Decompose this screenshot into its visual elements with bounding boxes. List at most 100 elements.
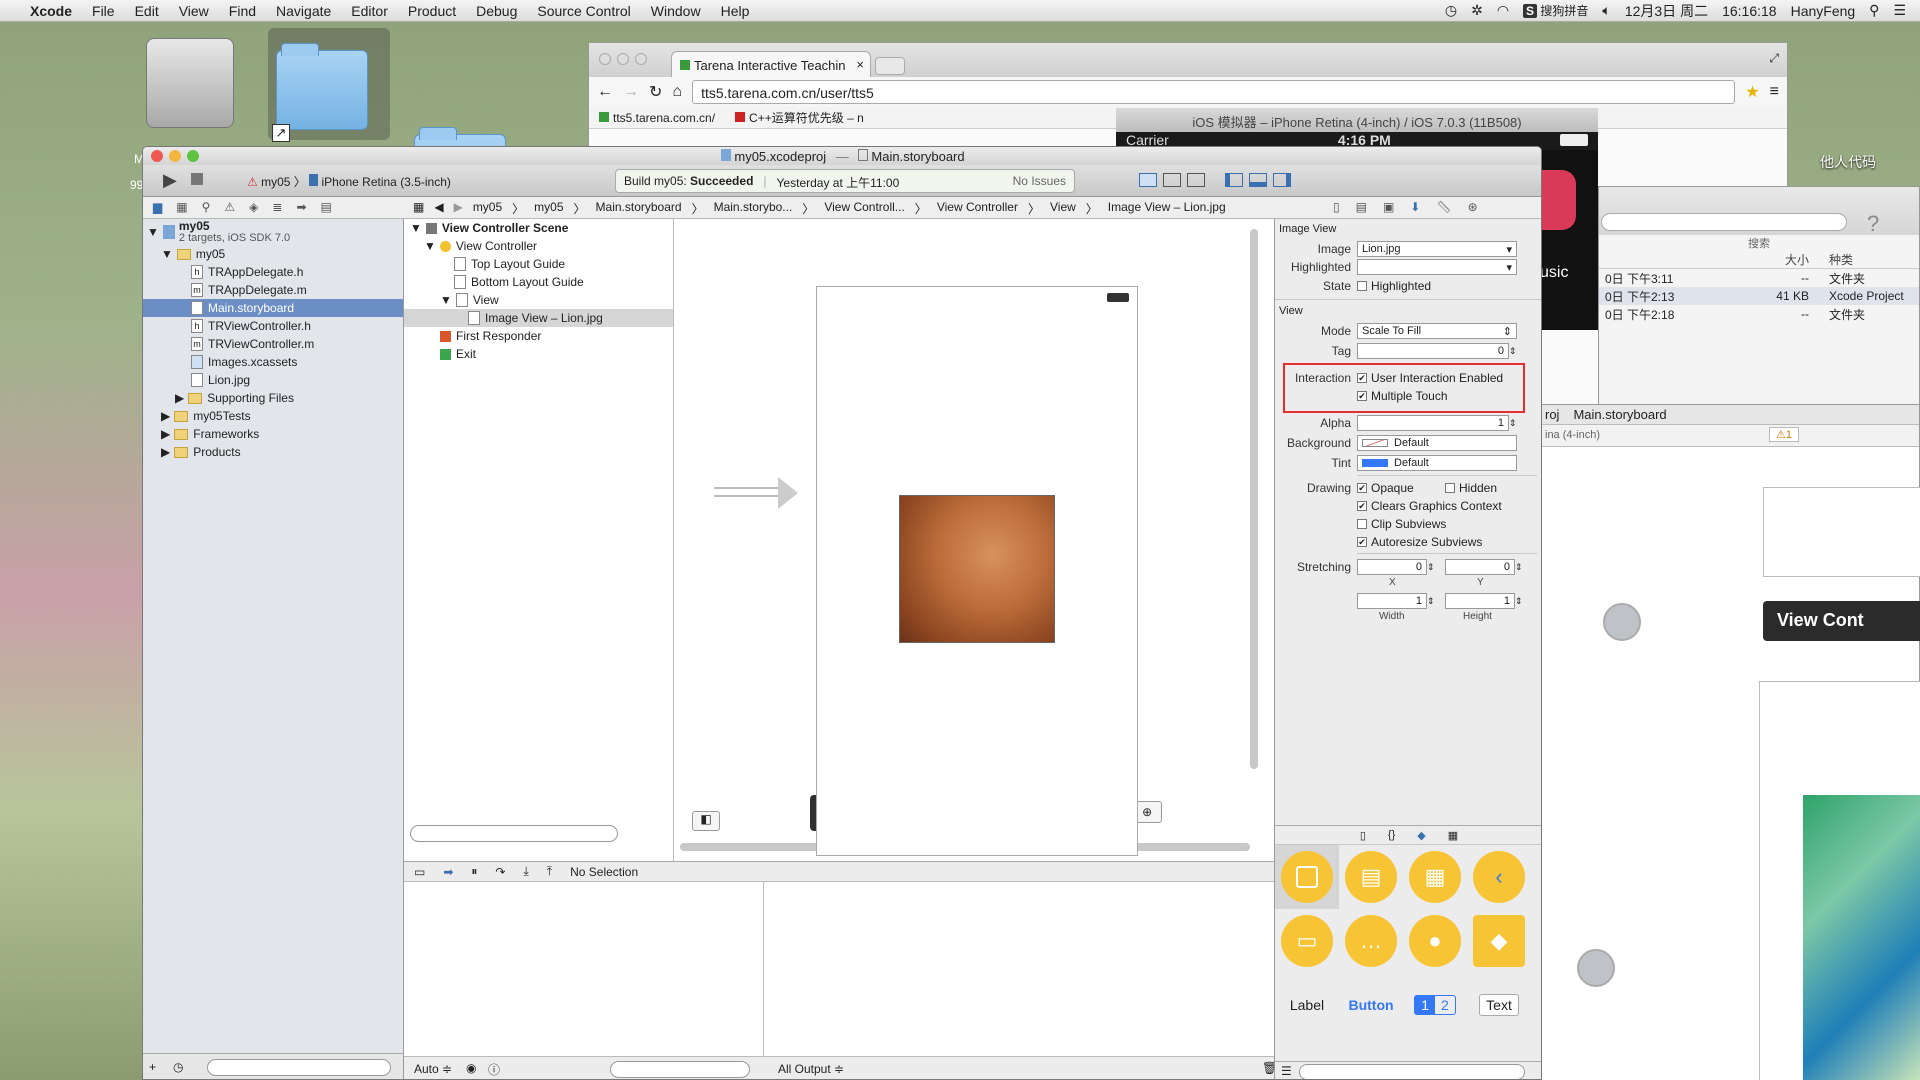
attributes-inspector-icon[interactable]: ⬇ (1410, 200, 1420, 214)
library-item[interactable]: Button (1339, 973, 1403, 1037)
library-item[interactable]: ‹ (1467, 845, 1531, 909)
project-navigator-icon[interactable]: ▆ (153, 200, 162, 214)
bluetooth-icon[interactable]: ✲ (1471, 2, 1483, 19)
pause-icon[interactable]: ⏸ (471, 864, 477, 879)
output-popup[interactable]: All Output ≑ (778, 1062, 844, 1076)
step-into-icon[interactable]: ⤓ (523, 864, 528, 879)
recent-filter-icon[interactable]: ◷ (173, 1060, 183, 1074)
close-button[interactable] (599, 53, 611, 65)
opaque-checkbox[interactable]: ✔ (1357, 483, 1367, 493)
wifi-icon[interactable]: ◠ (1497, 2, 1509, 19)
col-kind[interactable]: 种类 (1829, 251, 1853, 268)
stepper-icon[interactable]: ⇕ (1509, 346, 1517, 357)
breadcrumb-item[interactable]: my05 (534, 200, 563, 217)
info-icon[interactable]: ⓘ (488, 1061, 500, 1078)
library-item[interactable]: ▤ (1339, 845, 1403, 909)
minimize-button[interactable] (169, 150, 181, 162)
disclosure-icon[interactable]: ▼ (410, 221, 422, 235)
outline-row[interactable]: First Responder (404, 327, 673, 345)
mode-popup[interactable]: Scale To Fill ⇕ (1357, 323, 1517, 339)
bg-vc-title[interactable]: View Cont (1763, 601, 1920, 641)
step-out-icon[interactable]: ⤒ (547, 864, 552, 879)
disclosure-icon[interactable]: ▼ (147, 225, 159, 239)
hard-drive-icon[interactable] (146, 38, 234, 128)
connections-inspector-icon[interactable]: ⊛ (1468, 200, 1478, 214)
clip-checkbox[interactable] (1357, 519, 1367, 529)
library-item[interactable]: ◆ (1467, 909, 1531, 973)
bg-segue-icon[interactable] (1577, 949, 1615, 987)
menu-date[interactable]: 12月3日 周二 (1625, 1, 1708, 21)
help-icon[interactable]: ? (1867, 211, 1879, 237)
library-item[interactable]: ▭ (1275, 909, 1339, 973)
group-row[interactable]: ▶ Products (143, 443, 403, 461)
outline-row-selected[interactable]: Image View – Lion.jpg (404, 309, 673, 327)
file-row[interactable]: m TRViewController.m (143, 335, 403, 353)
stepper-icon[interactable]: ⇕ (1427, 596, 1445, 607)
menu-help[interactable]: Help (711, 3, 760, 19)
file-row[interactable]: Lion.jpg (143, 371, 403, 389)
assistant-editor-icon[interactable] (1163, 173, 1181, 187)
outline-toggle-button[interactable]: ◧ (692, 811, 720, 831)
file-row[interactable]: h TRAppDelegate.h (143, 263, 403, 281)
disclosure-icon[interactable]: ▼ (424, 239, 436, 253)
eye-icon[interactable]: ◉ (466, 1061, 476, 1075)
bg-segue-icon[interactable] (1603, 603, 1641, 641)
group-row[interactable]: ▶ Supporting Files (143, 389, 403, 407)
menu-source-control[interactable]: Source Control (527, 3, 640, 19)
identity-inspector-icon[interactable]: ▣ (1383, 200, 1394, 214)
media-library-icon[interactable]: ▦ (1448, 829, 1458, 844)
outline-row[interactable]: Top Layout Guide (404, 255, 673, 273)
clears-checkbox[interactable]: ✔ (1357, 501, 1367, 511)
scheme-selector[interactable]: ⚠ my05 〉 iPhone Retina (3.5-inch) (247, 173, 451, 190)
breakpoints-toggle-icon[interactable]: ➡ (443, 865, 453, 879)
find-navigator-icon[interactable]: ⚲ (202, 200, 211, 214)
col-size[interactable]: 大小 (1765, 251, 1809, 268)
outline-row[interactable]: ▼ View (404, 291, 673, 309)
disclosure-icon[interactable]: ▶ (175, 391, 184, 405)
outline-row[interactable]: ▼ View Controller (404, 237, 673, 255)
stretch-width-field[interactable]: 1 (1357, 593, 1427, 609)
browser-tab[interactable]: Tarena Interactive Teachin × (671, 51, 871, 77)
disclosure-icon[interactable]: ▶ (161, 427, 170, 441)
group-row[interactable]: ▶ my05Tests (143, 407, 403, 425)
version-editor-icon[interactable] (1187, 173, 1205, 187)
stepper-icon[interactable]: ⇕ (1427, 562, 1445, 573)
breadcrumb-item[interactable]: my05 (473, 200, 502, 217)
finder-row[interactable]: 0日 下午3:11 -- 文件夹 (1599, 269, 1919, 287)
library-item[interactable]: Label (1275, 973, 1339, 1037)
breadcrumb-item[interactable]: Image View – Lion.jpg (1108, 200, 1226, 217)
time-machine-icon[interactable]: ◷ (1445, 2, 1457, 19)
disclosure-icon[interactable]: ▶ (161, 409, 170, 423)
filter-field[interactable] (207, 1059, 391, 1076)
file-inspector-icon[interactable]: ▯ (1333, 200, 1340, 214)
issue-navigator-icon[interactable]: ⚠ (224, 200, 235, 214)
log-navigator-icon[interactable]: ▤ (321, 200, 332, 214)
group-row[interactable]: ▶ Frameworks (143, 425, 403, 443)
stepper-icon[interactable]: ⇕ (1515, 562, 1523, 573)
menu-view[interactable]: View (169, 3, 219, 19)
file-row[interactable]: h TRViewController.h (143, 317, 403, 335)
background-popup[interactable]: Default (1357, 435, 1517, 451)
menu-edit[interactable]: Edit (125, 3, 169, 19)
stepper-icon[interactable]: ⇕ (1509, 418, 1517, 429)
stretch-x-field[interactable]: 0 (1357, 559, 1427, 575)
menu-editor[interactable]: Editor (341, 3, 398, 19)
nav-forward-icon[interactable]: ▶ (454, 200, 463, 217)
forward-icon[interactable]: → (623, 83, 639, 101)
disclosure-icon[interactable]: ▼ (440, 293, 452, 307)
canvas-scrollbar[interactable] (1250, 229, 1258, 769)
bookmark-item[interactable]: tts5.tarena.com.cn/ (599, 111, 715, 125)
highlighted-combo[interactable]: ▾ (1357, 259, 1517, 275)
minimize-button[interactable] (617, 53, 629, 65)
auto-variables-popup[interactable]: Auto ≑ (414, 1062, 452, 1076)
image-combo[interactable]: Lion.jpg ▾ (1357, 241, 1517, 257)
breadcrumb-item[interactable]: View (1050, 200, 1076, 217)
hidden-checkbox[interactable] (1445, 483, 1455, 493)
bookmark-star-icon[interactable]: ★ (1745, 82, 1759, 102)
highlighted-checkbox[interactable] (1357, 281, 1367, 291)
scene-row[interactable]: ▼ View Controller Scene (404, 219, 673, 237)
tab-close-icon[interactable]: × (856, 57, 864, 72)
ime-menu[interactable]: S 搜狗拼音 (1523, 2, 1588, 19)
file-row-selected[interactable]: Main.storyboard (143, 299, 403, 317)
menu-debug[interactable]: Debug (466, 3, 527, 19)
